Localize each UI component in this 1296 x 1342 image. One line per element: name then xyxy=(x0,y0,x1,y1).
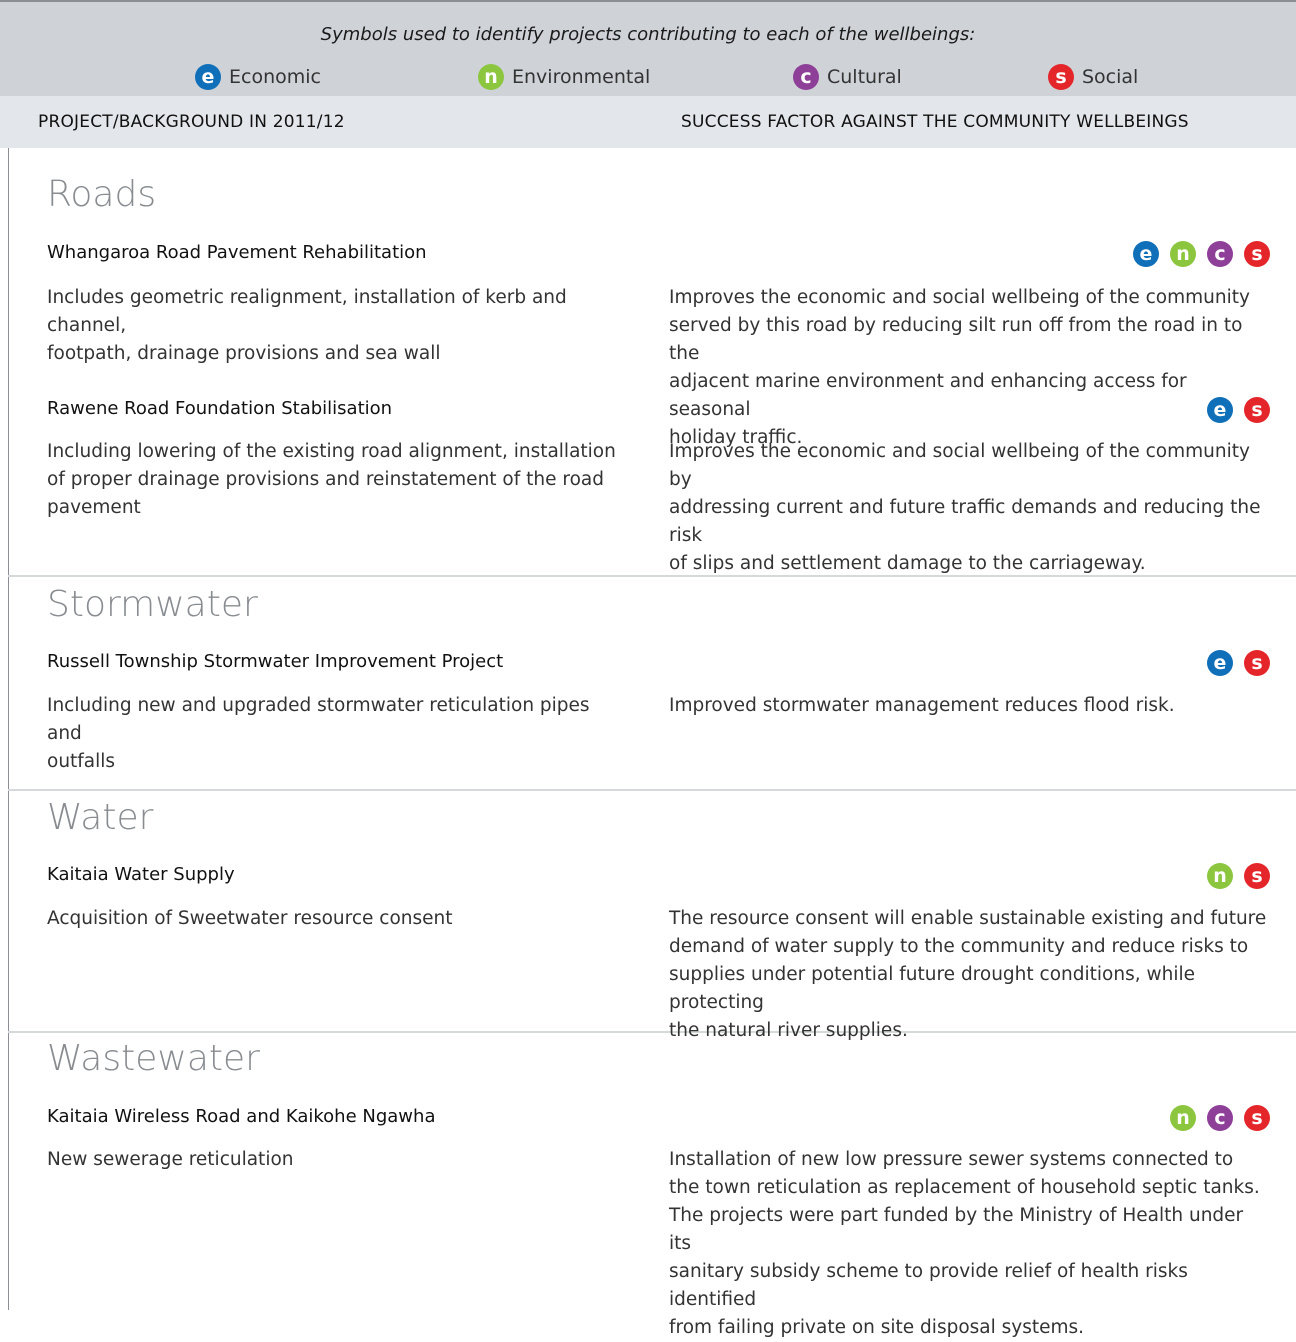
social-symbol-icon: s xyxy=(1244,1105,1270,1131)
cultural-symbol-icon: c xyxy=(1207,241,1233,267)
section-title-roads: Roads xyxy=(47,174,157,215)
project-background: Acquisition of Sweetwater resource conse… xyxy=(47,908,453,929)
environmental-symbol-icon: n xyxy=(478,64,504,90)
social-symbol-icon: s xyxy=(1244,863,1270,889)
section-rule xyxy=(8,148,9,576)
legend-label: Economic xyxy=(229,66,321,88)
section-title-wastewater: Wastewater xyxy=(47,1038,260,1079)
project-wellbeing-symbols: n c s xyxy=(1170,1105,1270,1131)
economic-symbol-icon: e xyxy=(195,64,221,90)
legend-label: Cultural xyxy=(827,66,902,88)
project-title: Whangaroa Road Pavement Rehabilitation xyxy=(47,242,427,263)
environmental-symbol-icon: n xyxy=(1170,241,1196,267)
project-title: Russell Township Stormwater Improvement … xyxy=(47,651,504,672)
project-success-factor: Improves the economic and social wellbei… xyxy=(669,441,1261,574)
environmental-symbol-icon: n xyxy=(1207,863,1233,889)
environmental-symbol-icon: n xyxy=(1170,1105,1196,1131)
column-header-bar: PROJECT/BACKGROUND IN 2011/12 SUCCESS FA… xyxy=(0,96,1296,148)
project-title: Kaitaia Wireless Road and Kaikohe Ngawha xyxy=(47,1106,436,1127)
social-symbol-icon: s xyxy=(1244,241,1270,267)
section-title-water: Water xyxy=(47,797,154,838)
section-title-stormwater: Stormwater xyxy=(47,584,258,625)
cultural-symbol-icon: c xyxy=(793,64,819,90)
legend-item-economic: e Economic xyxy=(195,64,321,90)
legend-label: Environmental xyxy=(512,66,651,88)
legend-title: Symbols used to identify projects contri… xyxy=(320,24,976,45)
section-rule xyxy=(8,1032,9,1310)
legend-item-environmental: n Environmental xyxy=(478,64,650,90)
project-wellbeing-symbols: n s xyxy=(1207,863,1270,889)
project-success-factor: Installation of new low pressure sewer s… xyxy=(669,1149,1260,1338)
social-symbol-icon: s xyxy=(1048,64,1074,90)
social-symbol-icon: s xyxy=(1244,650,1270,676)
project-wellbeing-symbols: e s xyxy=(1207,397,1270,423)
legend-label: Social xyxy=(1082,66,1139,88)
project-success-factor: Improved stormwater management reduces f… xyxy=(669,695,1175,716)
economic-symbol-icon: e xyxy=(1207,397,1233,423)
legend-item-cultural: c Cultural xyxy=(793,64,902,90)
project-title: Kaitaia Water Supply xyxy=(47,864,235,885)
column-header-success: SUCCESS FACTOR AGAINST THE COMMUNITY WEL… xyxy=(681,112,1189,132)
project-title: Rawene Road Foundation Stabilisation xyxy=(47,398,393,419)
project-background: New sewerage reticulation xyxy=(47,1149,294,1170)
project-wellbeing-symbols: e n c s xyxy=(1133,241,1270,267)
project-success-factor: The resource consent will enable sustain… xyxy=(669,908,1267,1041)
section-rule xyxy=(8,576,9,790)
column-header-project: PROJECT/BACKGROUND IN 2011/12 xyxy=(38,112,345,132)
economic-symbol-icon: e xyxy=(1133,241,1159,267)
social-symbol-icon: s xyxy=(1244,397,1270,423)
economic-symbol-icon: e xyxy=(1207,650,1233,676)
cultural-symbol-icon: c xyxy=(1207,1105,1233,1131)
section-divider xyxy=(8,789,1296,791)
project-background: Including lowering of the existing road … xyxy=(47,441,616,518)
section-rule xyxy=(8,790,9,1032)
project-wellbeing-symbols: e s xyxy=(1207,650,1270,676)
legend-item-social: s Social xyxy=(1048,64,1138,90)
wellbeing-legend: Symbols used to identify projects contri… xyxy=(0,0,1296,96)
project-background: Including new and upgraded stormwater re… xyxy=(47,695,590,772)
project-background: Includes geometric realignment, installa… xyxy=(47,287,567,364)
project-success-factor: Improves the economic and social wellbei… xyxy=(669,287,1250,448)
